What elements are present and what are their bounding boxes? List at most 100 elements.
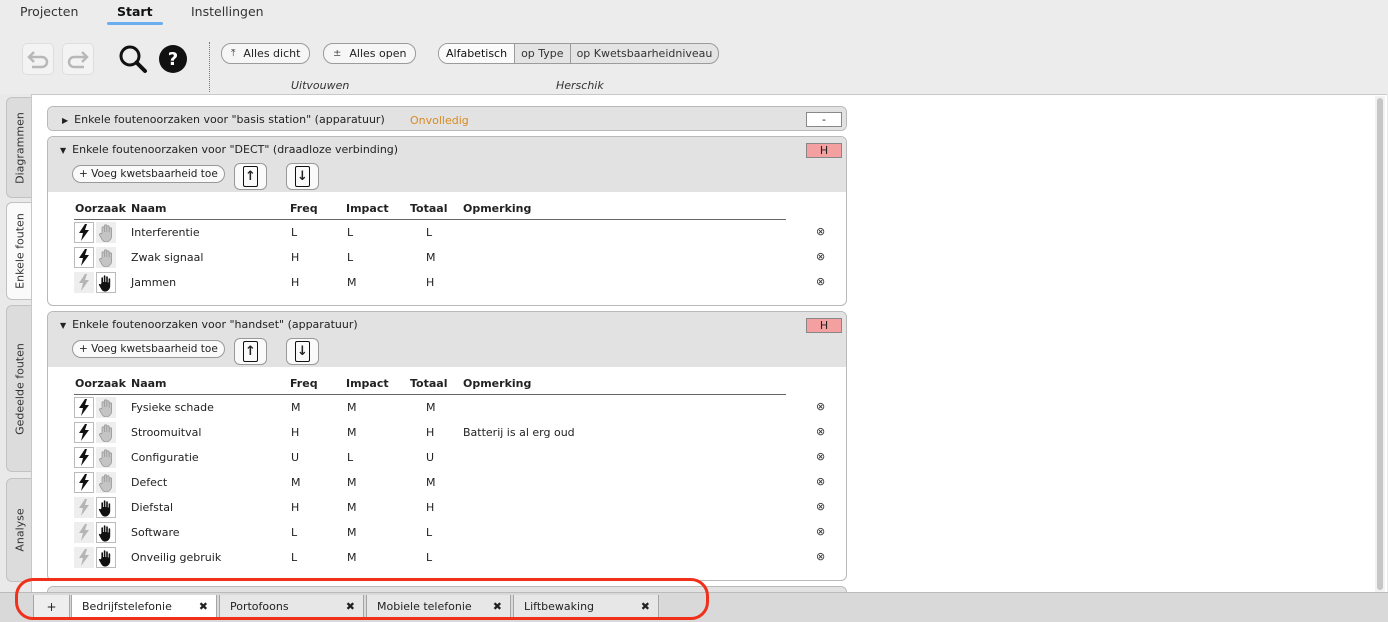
cause-selector[interactable] xyxy=(74,422,118,443)
hand-icon[interactable] xyxy=(96,222,116,243)
row-freq[interactable]: U xyxy=(291,451,299,464)
row-freq[interactable]: H xyxy=(291,251,299,264)
row-remark[interactable]: Batterij is al erg oud xyxy=(463,426,575,439)
lightning-icon[interactable] xyxy=(74,547,94,568)
row-impact[interactable]: L xyxy=(347,251,353,264)
hand-icon[interactable] xyxy=(96,472,116,493)
panel-title[interactable]: ▼ Enkele foutenoorzaken voor "handset" (a… xyxy=(60,318,358,331)
collapse-all-button[interactable]: ⤒ Alles dicht xyxy=(221,43,311,64)
table-row[interactable]: Defect M M M ⊗ xyxy=(74,470,825,495)
lightning-icon[interactable] xyxy=(74,247,95,268)
hand-icon[interactable] xyxy=(95,497,116,518)
table-row[interactable]: Software L M L ⊗ xyxy=(74,520,825,545)
row-name[interactable]: Onveilig gebruik xyxy=(131,551,221,564)
table-row[interactable]: Interferentie L L L ⊗ xyxy=(74,220,825,245)
cause-selector[interactable] xyxy=(74,272,118,293)
lightning-icon[interactable] xyxy=(74,222,95,243)
row-name[interactable]: Configuratie xyxy=(131,451,199,464)
row-name[interactable]: Defect xyxy=(131,476,167,489)
row-impact[interactable]: M xyxy=(347,526,357,539)
row-name[interactable]: Fysieke schade xyxy=(131,401,214,414)
add-vulnerability-button[interactable]: + Voeg kwetsbaarheid toe xyxy=(72,165,225,183)
row-freq[interactable]: L xyxy=(291,226,297,239)
delete-row-icon[interactable]: ⊗ xyxy=(816,275,825,288)
delete-row-icon[interactable]: ⊗ xyxy=(816,400,825,413)
redo-button[interactable] xyxy=(62,43,94,75)
row-name[interactable]: Zwak signaal xyxy=(131,251,203,264)
vertical-scrollbar[interactable] xyxy=(1375,96,1385,592)
lightning-icon[interactable] xyxy=(74,272,94,293)
expand-all-button[interactable]: ± Alles open xyxy=(323,43,417,64)
panel-header[interactable]: ▶ Enkele foutenoorzaken voor "basis stati… xyxy=(48,107,846,130)
sort-by-type[interactable]: op Type xyxy=(514,44,569,63)
cause-selector[interactable] xyxy=(74,472,118,493)
help-button[interactable]: ? xyxy=(157,43,189,75)
undo-button[interactable] xyxy=(22,43,54,75)
scrollbar-thumb[interactable] xyxy=(1377,98,1383,590)
add-vulnerability-button[interactable]: + Voeg kwetsbaarheid toe xyxy=(72,340,225,358)
row-impact[interactable]: M xyxy=(347,501,357,514)
import-button[interactable]: ↑ xyxy=(234,338,267,365)
delete-row-icon[interactable]: ⊗ xyxy=(816,525,825,538)
lightning-icon[interactable] xyxy=(74,472,95,493)
hand-icon[interactable] xyxy=(95,522,116,543)
sort-alphabetical[interactable]: Alfabetisch xyxy=(439,44,515,63)
tab-projecten[interactable]: Projecten xyxy=(20,4,78,19)
row-impact[interactable]: L xyxy=(347,451,353,464)
cause-selector[interactable] xyxy=(74,447,118,468)
delete-row-icon[interactable]: ⊗ xyxy=(816,425,825,438)
delete-row-icon[interactable]: ⊗ xyxy=(816,475,825,488)
export-button[interactable]: ↓ xyxy=(286,338,319,365)
row-freq[interactable]: M xyxy=(291,401,301,414)
row-freq[interactable]: H xyxy=(291,426,299,439)
hand-icon[interactable] xyxy=(96,247,116,268)
delete-row-icon[interactable]: ⊗ xyxy=(816,225,825,238)
table-row[interactable]: Stroomuitval H M H Batterij is al erg oud ⊗ xyxy=(74,420,825,445)
import-button[interactable]: ↑ xyxy=(234,163,267,190)
tab-start[interactable]: Start xyxy=(107,4,163,25)
table-row[interactable]: Fysieke schade M M M ⊗ xyxy=(74,395,825,420)
panel-title[interactable]: ▼ Enkele foutenoorzaken voor "DECT" (draa… xyxy=(60,143,398,156)
row-freq[interactable]: H xyxy=(291,276,299,289)
row-name[interactable]: Stroomuitval xyxy=(131,426,201,439)
delete-row-icon[interactable]: ⊗ xyxy=(816,550,825,563)
tab-instellingen[interactable]: Instellingen xyxy=(191,4,264,19)
row-freq[interactable]: L xyxy=(291,551,297,564)
row-impact[interactable]: M xyxy=(347,276,357,289)
table-row[interactable]: Zwak signaal H L M ⊗ xyxy=(74,245,825,270)
search-button[interactable] xyxy=(117,43,149,75)
sidebar-tab-enkele-fouten[interactable]: Enkele fouten xyxy=(6,202,32,300)
row-freq[interactable]: M xyxy=(291,476,301,489)
table-row[interactable]: Jammen H M H ⊗ xyxy=(74,270,825,295)
row-impact[interactable]: L xyxy=(347,226,353,239)
hand-icon[interactable] xyxy=(95,547,116,568)
lightning-icon[interactable] xyxy=(74,422,95,443)
hand-icon[interactable] xyxy=(95,272,116,293)
hand-icon[interactable] xyxy=(96,447,116,468)
row-freq[interactable]: H xyxy=(291,501,299,514)
lightning-icon[interactable] xyxy=(74,397,95,418)
sidebar-tab-analyse[interactable]: Analyse xyxy=(6,478,32,582)
sidebar-tab-gedeelde-fouten[interactable]: Gedeelde fouten xyxy=(6,305,32,472)
hand-icon[interactable] xyxy=(96,422,116,443)
row-impact[interactable]: M xyxy=(347,551,357,564)
cause-selector[interactable] xyxy=(74,247,118,268)
row-name[interactable]: Jammen xyxy=(131,276,176,289)
row-impact[interactable]: M xyxy=(347,401,357,414)
table-row[interactable]: Diefstal H M H ⊗ xyxy=(74,495,825,520)
cause-selector[interactable] xyxy=(74,222,118,243)
hand-icon[interactable] xyxy=(96,397,116,418)
cause-selector[interactable] xyxy=(74,497,118,518)
delete-row-icon[interactable]: ⊗ xyxy=(816,500,825,513)
delete-row-icon[interactable]: ⊗ xyxy=(816,250,825,263)
row-name[interactable]: Interferentie xyxy=(131,226,200,239)
sidebar-tab-diagrammen[interactable]: Diagrammen xyxy=(6,97,32,198)
cause-selector[interactable] xyxy=(74,547,118,568)
row-impact[interactable]: M xyxy=(347,426,357,439)
cause-selector[interactable] xyxy=(74,397,118,418)
lightning-icon[interactable] xyxy=(74,497,94,518)
sort-by-level[interactable]: op Kwetsbaarheidniveau xyxy=(569,44,719,63)
row-name[interactable]: Diefstal xyxy=(131,501,173,514)
row-impact[interactable]: M xyxy=(347,476,357,489)
table-row[interactable]: Configuratie U L U ⊗ xyxy=(74,445,825,470)
